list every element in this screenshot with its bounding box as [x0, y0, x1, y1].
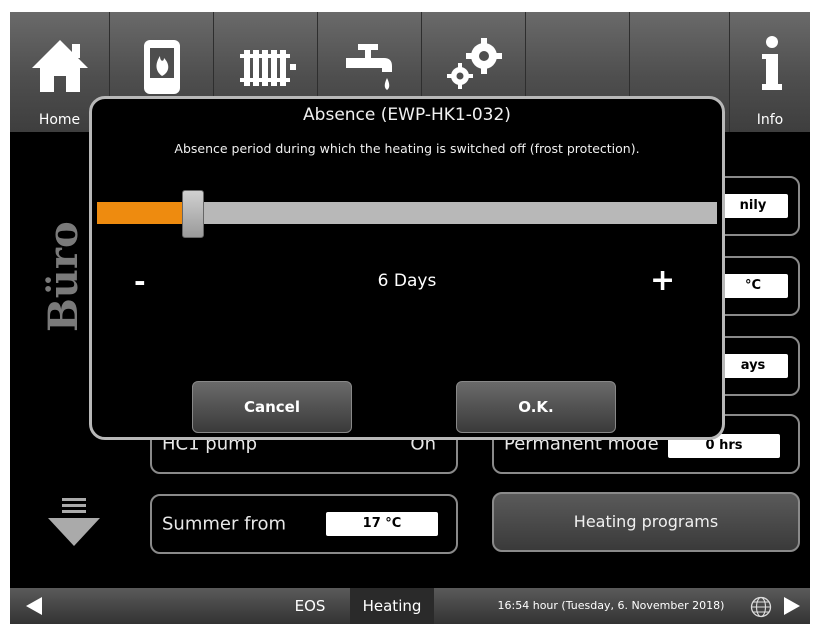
right-panel-3-value: ays	[718, 354, 788, 378]
nav-info-label: Info	[756, 112, 784, 128]
absence-slider[interactable]	[97, 190, 717, 238]
arrow-down-icon[interactable]	[46, 496, 102, 548]
tab-heating[interactable]: Heating	[350, 588, 434, 624]
gears-icon	[447, 38, 502, 89]
right-panel-1-value: nily	[718, 194, 788, 218]
radiator-icon	[240, 50, 296, 86]
status-datetime: 16:54 hour (Tuesday, 6. November 2018)	[497, 599, 725, 612]
dialog-description: Absence period during which the heating …	[174, 141, 640, 156]
info-icon	[762, 36, 782, 90]
cancel-button[interactable]: Cancel	[192, 381, 352, 433]
summer-from-label: Summer from	[162, 513, 286, 535]
ok-button[interactable]: O.K.	[456, 381, 616, 433]
right-panel-2-value: °C	[718, 274, 788, 298]
increase-button[interactable]: +	[650, 263, 675, 298]
arrow-right-icon[interactable]	[782, 596, 802, 616]
globe-icon[interactable]	[750, 596, 772, 618]
tab-eos[interactable]: EOS	[270, 588, 350, 624]
water-tap-icon	[346, 44, 392, 90]
nav-info-button[interactable]: Info	[730, 12, 810, 132]
dialog-title: Absence (EWP-HK1-032)	[303, 105, 511, 125]
absence-days-value: 6 Days	[377, 271, 437, 291]
summer-from-value: 17 °C	[326, 512, 438, 536]
arrow-left-icon[interactable]	[24, 596, 44, 616]
summer-from-panel[interactable]: Summer from 17 °C	[150, 494, 458, 554]
bottom-bar: EOS Heating 16:54 hour (Tuesday, 6. Nove…	[10, 588, 810, 624]
slider-thumb[interactable]	[182, 190, 204, 238]
slider-fill	[97, 202, 184, 224]
boiler-flame-icon	[144, 40, 180, 94]
heating-programs-button[interactable]: Heating programs	[492, 492, 800, 552]
home-icon	[32, 40, 88, 92]
room-side-label: Büro	[40, 221, 87, 332]
absence-dialog: Absence (EWP-HK1-032) Absence period dur…	[89, 96, 725, 440]
device-screen: Home Info Büro nily °C ays HC1 pump On P…	[10, 12, 810, 624]
